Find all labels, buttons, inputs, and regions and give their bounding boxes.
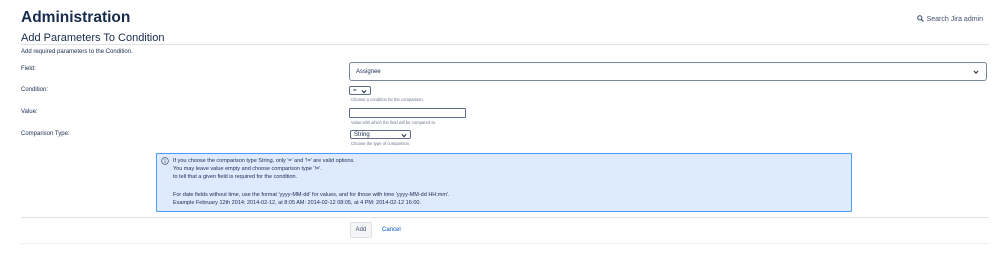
page-title: Administration xyxy=(21,9,131,26)
comparison-type-label: Comparison Type: xyxy=(21,131,70,137)
info-icon xyxy=(161,157,169,165)
chevron-down-icon xyxy=(361,89,367,94)
form-intro: Add required parameters to the Condition… xyxy=(21,49,133,55)
info-message: If you choose the comparison type String… xyxy=(156,153,852,212)
field-select[interactable]: Assignee xyxy=(349,62,987,81)
field-select-value: Assignee xyxy=(356,68,381,75)
condition-label: Condition: xyxy=(21,87,49,93)
condition-help: Choose a condition for the comparison. xyxy=(351,97,424,102)
info-line: You may leave value empty and choose com… xyxy=(173,166,322,172)
cancel-link[interactable]: Cancel xyxy=(382,227,401,233)
value-input[interactable] xyxy=(349,108,466,118)
section-title: Add Parameters To Condition xyxy=(21,32,165,44)
add-button[interactable]: Add xyxy=(350,222,372,238)
comparison-type-select[interactable]: String xyxy=(350,130,411,139)
search-admin-label: Search Jira admin xyxy=(926,16,983,23)
chevron-down-icon xyxy=(973,69,979,75)
info-line: If you choose the comparison type String… xyxy=(173,158,355,164)
search-admin-link[interactable]: Search Jira admin xyxy=(916,15,983,24)
info-line: to tell that a given field is required f… xyxy=(173,174,298,180)
info-line: For date fields without time, use the fo… xyxy=(173,192,450,198)
info-line: Example February 12th 2014: 2014-02-12, … xyxy=(173,200,421,206)
form-divider xyxy=(21,217,989,218)
section-divider xyxy=(21,44,989,45)
comparison-type-help: Choose the type of comparison. xyxy=(351,141,411,146)
condition-select-value: = xyxy=(353,87,357,94)
value-label: Value: xyxy=(21,109,38,115)
value-help: Value with which the field will be compa… xyxy=(351,120,437,125)
search-icon xyxy=(916,15,924,24)
condition-select[interactable]: = xyxy=(349,86,371,95)
footer-divider xyxy=(21,243,989,244)
chevron-down-icon xyxy=(401,133,407,138)
comparison-type-select-value: String xyxy=(354,131,370,138)
field-label: Field: xyxy=(21,66,36,72)
